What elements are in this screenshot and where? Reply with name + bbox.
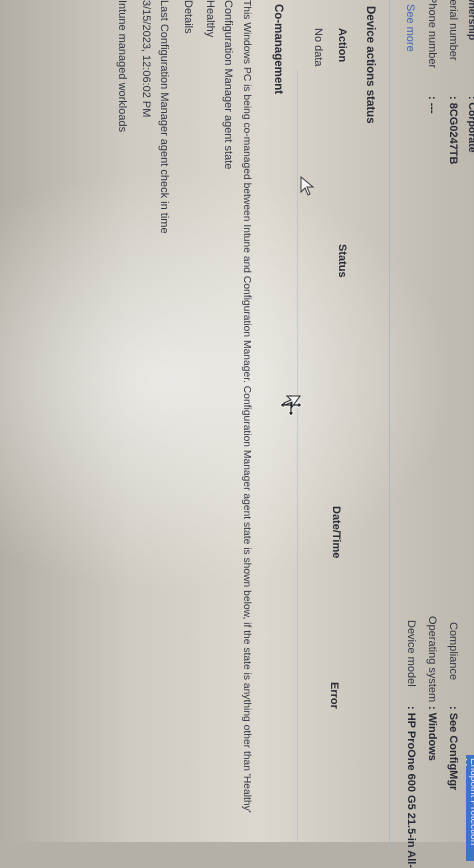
column-header-action[interactable]: Action bbox=[336, 28, 348, 62]
see-more-link[interactable]: See more bbox=[404, 4, 416, 52]
co-management-description: This Windows PC is being co-managed betw… bbox=[241, 0, 252, 813]
column-header-status[interactable]: Status bbox=[336, 244, 348, 278]
ownership-label: Ownership bbox=[466, 0, 474, 41]
serial-number-label: Serial number bbox=[447, 0, 459, 61]
column-header-error[interactable]: Error bbox=[328, 682, 340, 709]
compliance-value: : See ConfigMgr bbox=[447, 706, 459, 791]
ownership-value: : Corporate bbox=[466, 96, 474, 153]
details-label: Details bbox=[182, 0, 194, 34]
operating-system-value: : Windows bbox=[426, 706, 438, 761]
arrow-cursor-icon bbox=[300, 176, 315, 196]
column-header-datetime[interactable]: Date/Time bbox=[330, 506, 342, 558]
table-divider bbox=[297, 70, 298, 850]
device-model-label: Device model bbox=[405, 620, 417, 687]
device-overview-panel: Ownership : Corporate Serial number : 8C… bbox=[0, 0, 474, 868]
agent-state-value: Healthy bbox=[204, 0, 216, 38]
no-data-text: No data bbox=[312, 28, 324, 67]
intune-workloads-label: Intune managed workloads bbox=[116, 0, 128, 133]
phone-number-value: : --- bbox=[426, 96, 438, 114]
compliance-label: Compliance bbox=[447, 622, 459, 681]
checkin-time-label: Last Configuration Manager agent check i… bbox=[158, 0, 170, 234]
top-accent-bar[interactable]: Endpoint Protection Ma... bbox=[466, 755, 474, 861]
checkin-time-value: 3/15/2023, 12:06:02 PM bbox=[140, 0, 152, 118]
agent-state-label: Configuration Manager agent state bbox=[222, 0, 234, 170]
essentials-divider bbox=[389, 0, 390, 850]
co-management-title: Co-management bbox=[272, 4, 284, 95]
photo-background: Ownership : Corporate Serial number : 8C… bbox=[0, 0, 474, 868]
operating-system-label: Operating system bbox=[426, 616, 438, 703]
phone-number-label: Phone number bbox=[426, 0, 438, 69]
serial-number-value: : 8CG0247TB bbox=[447, 96, 459, 165]
device-actions-title: Device actions status bbox=[364, 6, 376, 124]
move-cursor-icon bbox=[279, 393, 303, 417]
device-model-value: : HP ProOne 600 G5 21.5-in All- bbox=[405, 706, 417, 868]
